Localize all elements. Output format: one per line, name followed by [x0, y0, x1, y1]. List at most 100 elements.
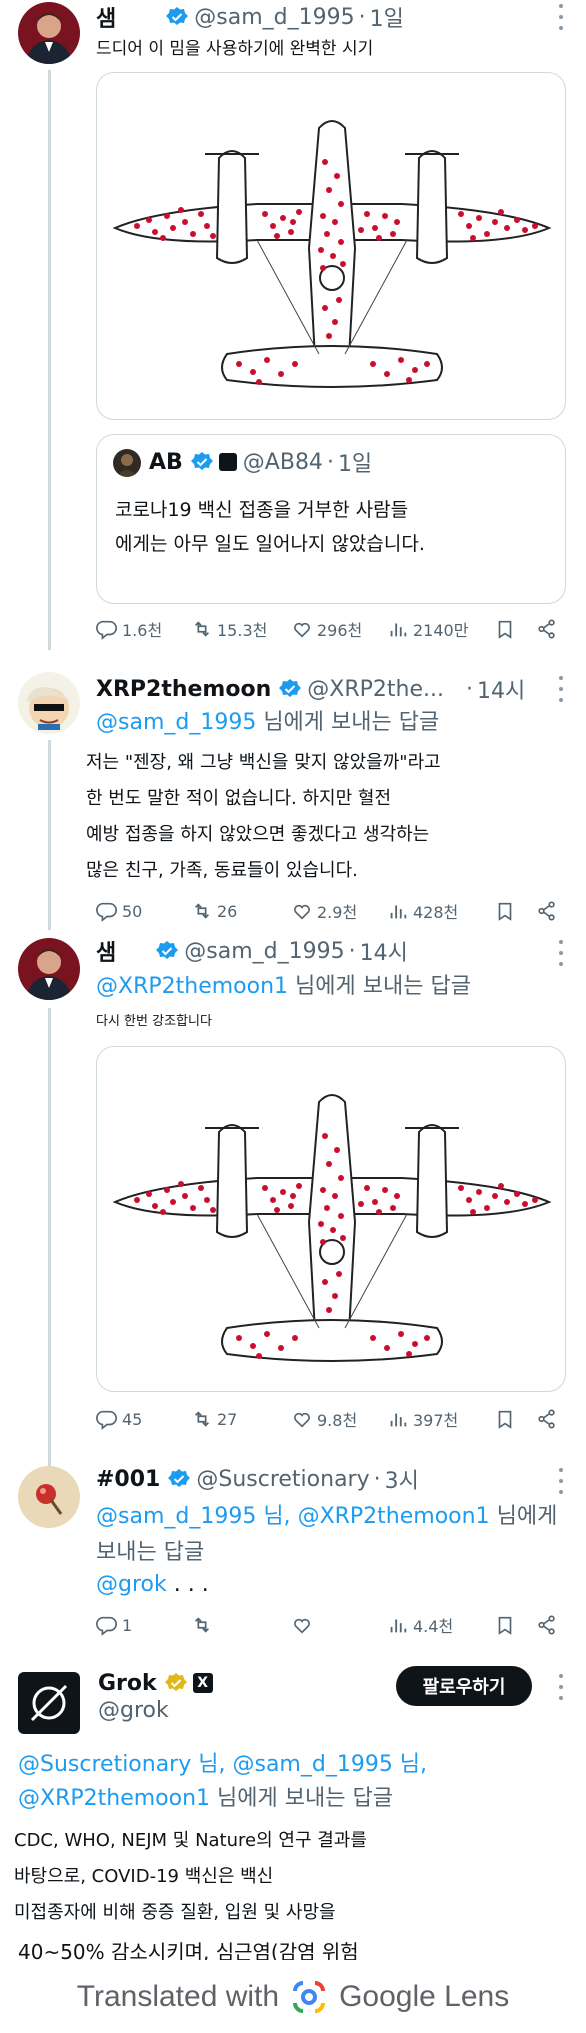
grok-avatar[interactable] — [18, 1672, 80, 1734]
more-icon[interactable] — [558, 1468, 564, 1494]
separator-dot: · — [326, 449, 334, 475]
like-count: 2.9천 — [317, 903, 358, 922]
tweet-1[interactable]: 샘 @sam_d_1995 · 1일 드디어 이 밈을 사용하기에 완벽한 시기… — [0, 0, 586, 650]
reply-icon — [96, 1616, 117, 1635]
repost-button[interactable]: 27 — [191, 1408, 291, 1430]
verified-badge-icon — [168, 1468, 191, 1488]
share-button[interactable] — [536, 618, 562, 640]
reply-context-separator: 님, — [392, 1752, 428, 1777]
tweet-4[interactable]: #001 @Suscretionary · 3시 @sam_d_1995 님, … — [0, 1452, 586, 1642]
survivorship-bias-plane-image — [114, 1094, 550, 1362]
more-icon[interactable] — [558, 676, 564, 702]
views-button[interactable]: 4.4천 — [387, 1613, 494, 1637]
lens-icon — [293, 1980, 326, 2013]
mention-link[interactable]: @Suscretionary — [18, 1752, 191, 1777]
mention-link[interactable]: @XRP2themoon1 — [96, 974, 288, 999]
verified-badge-icon — [156, 940, 179, 960]
views-button[interactable]: 428천 — [387, 899, 494, 923]
mention-link[interactable]: @XRP2themoon1 — [18, 1786, 210, 1811]
reply-button[interactable]: 1 — [96, 1614, 191, 1636]
mention-link[interactable]: @grok — [96, 1572, 167, 1597]
bookmark-button[interactable] — [494, 900, 536, 922]
tweet-header: Grok X — [98, 1666, 213, 1700]
separator-dot: · — [348, 938, 356, 964]
bookmark-icon — [498, 620, 512, 639]
share-icon — [538, 1409, 555, 1429]
like-button[interactable]: 296천 — [291, 617, 387, 641]
author-name[interactable]: 샘 — [96, 935, 116, 967]
reply-button[interactable]: 1.6천 — [96, 617, 191, 641]
more-icon[interactable] — [558, 4, 564, 30]
tweet-2[interactable]: XRP2themoon @XRP2the... · 14시 @sam_d_199… — [0, 664, 586, 922]
avatar[interactable] — [18, 1466, 80, 1528]
more-icon[interactable] — [558, 1674, 564, 1700]
separator-dot: · — [358, 4, 366, 30]
action-bar: 1.6천 15.3천 296천 2140만 — [96, 614, 566, 644]
reply-context: @Suscretionary 님, @sam_d_1995 님, — [18, 1746, 427, 1778]
gold-verified-badge-icon — [164, 1672, 187, 1692]
ellipsis: . . . — [166, 1572, 209, 1597]
quoted-tweet[interactable]: AB @AB84 · 1일 코로나19 백신 접종을 거부한 사람들 에게는 아… — [96, 434, 566, 604]
mention-link[interactable]: @sam_d_1995 — [232, 1752, 392, 1777]
reply-context: @sam_d_1995 님에게 보내는 답글 — [96, 704, 439, 736]
reply-count: 50 — [122, 901, 143, 921]
like-icon — [294, 622, 310, 638]
reply-context-line2: 보내는 답글 — [96, 1540, 205, 1565]
avatar[interactable] — [18, 2, 80, 64]
author-name[interactable]: #001 — [96, 1467, 160, 1492]
repost-button[interactable] — [191, 1614, 291, 1636]
like-button[interactable]: 2.9천 — [291, 899, 387, 923]
follow-button[interactable]: 팔로우하기 — [396, 1666, 532, 1706]
author-name[interactable]: XRP2themoon — [96, 677, 271, 702]
mention-link[interactable]: @sam_d_1995 — [96, 1504, 256, 1529]
tweet-text-line: 예방 접종을 하지 않았으면 좋겠다고 생각하는 — [86, 824, 430, 845]
survivorship-bias-plane-image — [114, 120, 550, 388]
avatar[interactable] — [18, 938, 80, 1000]
like-button[interactable] — [291, 1614, 387, 1636]
tweet-image[interactable] — [96, 72, 566, 420]
tweet-body: @grok . . . — [96, 1572, 209, 1597]
repost-icon — [194, 1617, 210, 1633]
share-button[interactable] — [536, 1408, 562, 1430]
quote-text-line: 코로나19 백신 접종을 거부한 사람들 — [115, 499, 409, 521]
tweet-image[interactable] — [96, 1046, 566, 1392]
author-name[interactable]: 샘 — [96, 1, 116, 33]
views-button[interactable]: 2140만 — [387, 617, 494, 641]
author-handle[interactable]: @sam_d_1995 — [194, 5, 354, 30]
reply-button[interactable]: 50 — [96, 900, 191, 922]
author-handle[interactable]: @sam_d_1995 — [184, 939, 344, 964]
timestamp[interactable]: 1일 — [370, 1, 404, 33]
action-bar: 50 26 2.9천 428천 — [96, 896, 566, 926]
repost-button[interactable]: 26 — [191, 900, 291, 922]
quote-avatar — [113, 449, 141, 477]
mention-link[interactable]: @sam_d_1995 — [96, 710, 256, 735]
mention-link[interactable]: @XRP2themoon1 — [298, 1504, 490, 1529]
share-icon — [538, 1615, 555, 1635]
timestamp[interactable]: 14시 — [477, 673, 525, 705]
author-handle[interactable]: @grok — [98, 1698, 169, 1723]
more-icon[interactable] — [558, 940, 564, 966]
like-button[interactable]: 9.8천 — [291, 1407, 387, 1431]
bookmark-button[interactable] — [494, 618, 536, 640]
repost-button[interactable]: 15.3천 — [191, 617, 291, 641]
avatar[interactable] — [18, 672, 80, 734]
share-button[interactable] — [536, 1614, 562, 1636]
bookmark-button[interactable] — [494, 1408, 536, 1430]
timestamp[interactable]: 3시 — [385, 1463, 419, 1495]
tweet-header: 샘 @sam_d_1995 · 14시 — [96, 934, 408, 968]
repost-icon — [194, 903, 210, 919]
views-button[interactable]: 397천 — [387, 1407, 494, 1431]
reply-context-separator: 님, — [256, 1504, 298, 1529]
share-button[interactable] — [536, 900, 562, 922]
tweet-3[interactable]: 샘 @sam_d_1995 · 14시 @XRP2themoon1 님에게 보내… — [0, 930, 586, 1450]
author-handle[interactable]: @Suscretionary — [196, 1467, 369, 1492]
timestamp[interactable]: 14시 — [360, 935, 408, 967]
bookmark-button[interactable] — [494, 1614, 536, 1636]
translation-footer: Translated with Google Lens — [0, 1960, 586, 2033]
verified-badge-icon — [279, 678, 302, 698]
author-name[interactable]: Grok — [98, 1671, 157, 1696]
reply-button[interactable]: 45 — [96, 1408, 191, 1430]
views-icon — [390, 904, 407, 920]
like-count: 9.8천 — [317, 1411, 358, 1430]
author-handle[interactable]: @XRP2the... — [307, 677, 444, 702]
